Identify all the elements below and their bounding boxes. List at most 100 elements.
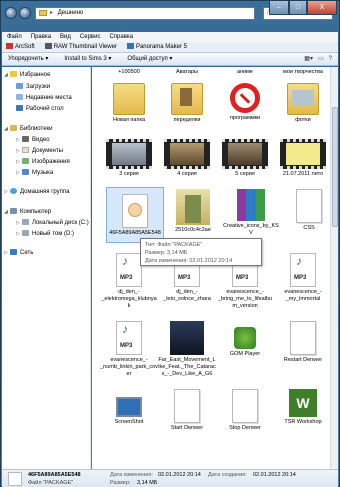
fav-panorama[interactable]: Panorama Maker 5 (126, 42, 187, 52)
libraries-icon (10, 125, 17, 131)
file-item[interactable]: Start Denwer (158, 389, 216, 432)
file-item[interactable]: 5 серия (216, 139, 274, 178)
folder-icon (113, 83, 145, 115)
back-button[interactable]: ‹ (5, 7, 17, 19)
nav-network[interactable]: ▷ Сеть (4, 248, 33, 258)
nav-recent[interactable]: Недавние места (16, 93, 72, 103)
file-label: +100500 (118, 69, 140, 75)
fav-label: ArcSoft (15, 44, 35, 50)
share-button[interactable]: Общий доступ ▾ (127, 53, 172, 65)
nav-drive-c[interactable]: ▷ Локальный диск (C:) (16, 218, 89, 228)
file-item[interactable]: 21.07.2011 лето (274, 139, 332, 178)
file-item[interactable]: 4 серия (158, 139, 216, 178)
file-item[interactable]: 2510c0c4c2ae (164, 189, 222, 234)
file-item[interactable]: переделки (158, 83, 216, 124)
mp3-icon: ♪MP3 (116, 253, 142, 287)
file-item[interactable]: Новая папка (100, 83, 158, 124)
file-item[interactable]: Creative_icons_by_KSV (222, 189, 280, 237)
file-item[interactable]: +100500 (100, 69, 158, 76)
menu-bar: Файл Правка Вид Сервис Справка (2, 32, 338, 42)
file-label: фотки (295, 117, 311, 123)
nav-computer[interactable]: ◢ Компьютер (4, 207, 51, 217)
command-bar: Упорядочить ▾ Install to Sims 3 ▾ Общий … (2, 53, 338, 66)
forward-button[interactable]: › (19, 7, 31, 19)
fav-raw-viewer[interactable]: RAW Thumbnail Viewer (44, 42, 117, 52)
file-label: 2510c0c4c2ae (175, 227, 211, 233)
nav-libraries[interactable]: ◢ Библиотеки (4, 124, 53, 134)
video-icon (222, 139, 268, 169)
fav-label: Panorama Maker 5 (135, 44, 187, 50)
menu-help[interactable]: Справка (109, 32, 133, 42)
file-item[interactable]: GOM Player (216, 321, 274, 358)
nav-favorites[interactable]: ◢ Избранное (4, 70, 50, 80)
menu-file[interactable]: Файл (7, 32, 22, 42)
file-item[interactable]: программки (216, 83, 274, 122)
nav-video[interactable]: ▷ Видео (16, 135, 50, 145)
file-item-selected[interactable]: 46F5A89A85A5E548 (106, 187, 164, 243)
preview-pane-icon[interactable]: ▭ (318, 53, 324, 66)
file-label: Creative_icons_by_KSV (223, 223, 279, 236)
details-size-label: Размер: (110, 480, 131, 486)
nav-downloads[interactable]: Загрузки (16, 82, 50, 92)
file-label: Start Denwer (170, 425, 204, 431)
file-item[interactable]: мои творчества (274, 69, 332, 76)
view-options-icon[interactable]: ▦▾ (304, 53, 313, 66)
file-item[interactable]: ScreenShot (100, 389, 158, 426)
nav-label: Загрузки (26, 84, 51, 90)
vertical-scrollbar[interactable] (330, 67, 338, 469)
file-label: Far_East_Movement_Like_Feat._The_Catarac… (158, 357, 216, 377)
fav-arcsoft[interactable]: ArcSoft (6, 42, 35, 52)
document-icon (290, 321, 316, 355)
nav-homegroup[interactable]: ▷ Домашняя группа (4, 187, 70, 197)
file-label: 4 серия (177, 171, 197, 177)
file-item[interactable]: фотки (274, 83, 332, 124)
address-bar[interactable]: ▸ Дешнино (35, 7, 255, 20)
nav-label: Сеть (20, 250, 34, 256)
file-item[interactable]: Restart Denwer (274, 321, 332, 364)
details-created-label: Дата создания: (208, 472, 247, 478)
file-item[interactable]: Far_East_Movement_Like_Feat._The_Catarac… (158, 321, 216, 378)
tooltip-changed: Дата изменения: 02.01.2012 20:14 (145, 258, 233, 264)
maximize-button[interactable]: □ (289, 1, 307, 15)
package-icon (122, 194, 148, 228)
organize-button[interactable]: Упорядочить ▾ (8, 53, 48, 65)
file-item[interactable]: Stop Denwer (216, 389, 274, 432)
help-icon[interactable]: ? (329, 53, 332, 66)
nav-label: Локальный диск (C:) (32, 220, 89, 226)
file-label: аниме (236, 69, 253, 75)
tooltip-size: Размер: 3,14 МБ (145, 250, 188, 256)
install-sims-button[interactable]: Install to Sims 3 ▾ (64, 53, 111, 65)
file-label: Аватары (176, 69, 198, 75)
gom-player-icon (234, 327, 256, 349)
document-icon (174, 389, 200, 423)
file-item[interactable]: ♪ MP3 evanescence_-_numb_linkin_park_cove… (100, 321, 158, 378)
scrollbar-thumb[interactable] (332, 107, 338, 227)
nav-documents[interactable]: ▷ Документы (16, 146, 63, 156)
nav-desktop[interactable]: Рабочий стол (16, 104, 64, 114)
nav-pictures[interactable]: ▷ Изображения (16, 157, 70, 167)
nav-music[interactable]: ▷ Музыка (16, 168, 53, 178)
folder-icon (39, 10, 47, 16)
address-text: Дешнино (57, 10, 84, 16)
menu-view[interactable]: Вид (60, 32, 71, 42)
file-label: GOM Player (229, 351, 261, 357)
video-icon (106, 139, 152, 169)
menu-edit[interactable]: Правка (31, 32, 51, 42)
file-item[interactable]: Аватары (158, 69, 216, 76)
nav-label: Компьютер (20, 209, 52, 215)
file-item[interactable]: ♪ MP3 evanescence_-_my_immortal (274, 253, 332, 303)
monitor-icon (116, 397, 142, 417)
nav-label: Видео (32, 137, 50, 143)
file-label: 3 серия (119, 171, 139, 177)
nav-drive-d[interactable]: ▷ Новый том (D:) (16, 229, 74, 239)
close-button[interactable]: X (307, 1, 337, 15)
file-item[interactable]: 3 серия (100, 139, 158, 178)
file-label: TSR Workshop (284, 419, 322, 425)
minimize-button[interactable]: – (269, 1, 289, 15)
chevron-right-icon: ▸ (50, 10, 54, 16)
pictures-icon (22, 158, 29, 164)
file-item[interactable]: аниме (216, 69, 274, 76)
file-item[interactable]: W TSR Workshop (274, 389, 332, 426)
menu-tools[interactable]: Сервис (80, 32, 101, 42)
nav-label: Музыка (32, 170, 54, 176)
